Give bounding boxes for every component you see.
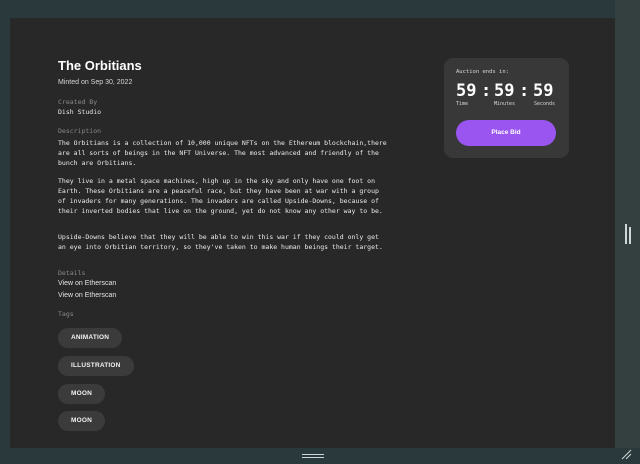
tag-chip[interactable]: MOON — [58, 384, 106, 404]
creator-name: Dish Studio — [58, 108, 102, 116]
created-by-label: Created By — [58, 98, 98, 106]
minted-date: Minted on Sep 30, 2022 — [58, 79, 133, 86]
grip-line — [629, 227, 631, 244]
frame-right-bar — [615, 0, 640, 464]
auction-card: Auction ends in: 59 : 59 : 59 Time Minut… — [444, 58, 569, 158]
countdown-seconds: 59 — [533, 81, 554, 101]
hours-unit-label: Time — [456, 101, 469, 107]
etherscan-link[interactable]: View on Etherscan — [58, 292, 116, 299]
frame-left-bar — [0, 0, 10, 464]
countdown-minutes: 59 — [494, 81, 515, 101]
countdown-separator: : — [481, 81, 492, 101]
grip-line — [625, 224, 627, 244]
tag-chip[interactable]: ANIMATION — [58, 328, 123, 348]
auction-label: Auction ends in: — [456, 69, 509, 75]
description-paragraph: They live in a metal space machines, hig… — [58, 177, 383, 215]
countdown-separator: : — [519, 81, 530, 101]
seconds-unit-label: Seconds — [534, 101, 556, 107]
description-paragraph: Upside-Downs believe that they will be a… — [58, 233, 383, 251]
tag-chip[interactable]: ILLUSTRATION — [58, 356, 134, 376]
description-label: Description — [58, 127, 102, 135]
tags-label: Tags — [58, 310, 74, 318]
etherscan-link[interactable]: View on Etherscan — [58, 280, 116, 287]
countdown-hours: 59 — [456, 81, 477, 101]
page-title: The Orbitians — [58, 58, 142, 73]
nft-detail-page: The Orbitians Minted on Sep 30, 2022 Cre… — [10, 18, 615, 448]
resize-grip-bottom-icon[interactable] — [302, 454, 324, 462]
window-frame: The Orbitians Minted on Sep 30, 2022 Cre… — [0, 0, 640, 464]
tag-chip[interactable]: MOON — [58, 411, 106, 431]
frame-top-bar — [0, 0, 640, 18]
details-label: Details — [58, 269, 86, 277]
grip-line — [302, 457, 324, 458]
grip-line — [302, 454, 324, 455]
minutes-unit-label: Minutes — [494, 101, 516, 107]
resize-corner-icon[interactable] — [620, 448, 632, 460]
description-paragraph: The Orbitians is a collection of 10,000 … — [58, 139, 387, 167]
place-bid-button[interactable]: Place Bid — [456, 120, 556, 146]
